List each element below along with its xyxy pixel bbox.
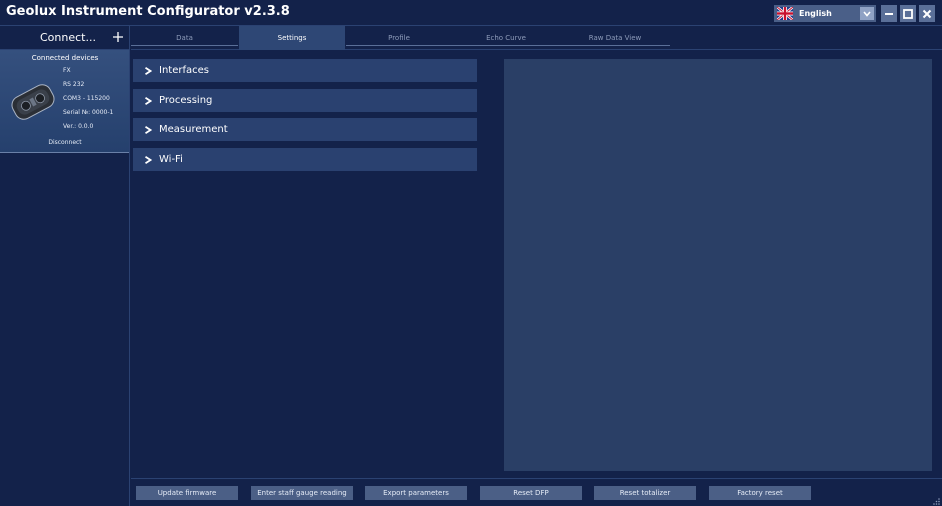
settings-detail-panel <box>504 59 932 471</box>
tab-profile[interactable]: Profile <box>346 26 452 50</box>
export-parameters-button[interactable]: Export parameters <box>365 486 467 500</box>
tab-divider <box>131 45 238 46</box>
section-wi-fi[interactable]: Wi-Fi <box>133 148 477 171</box>
device-port: COM3 - 115200 <box>63 95 110 102</box>
factory-reset-button[interactable]: Factory reset <box>709 486 811 500</box>
chevron-right-icon <box>145 96 152 105</box>
device-image <box>11 84 55 120</box>
device-card[interactable]: Connected devices FX RS 232 COM3 - 11520… <box>0 50 129 153</box>
reset-totalizer-button[interactable]: Reset totalizer <box>594 486 696 500</box>
window-title: Geolux Instrument Configurator v2.3.8 <box>6 4 290 19</box>
reset-dfp-button[interactable]: Reset DFP <box>480 486 582 500</box>
connected-devices-header: Connected devices <box>31 54 99 62</box>
chevron-down-icon[interactable] <box>860 7 874 20</box>
section-label: Measurement <box>159 124 228 135</box>
chevron-right-icon <box>145 66 152 75</box>
tab-bar: Data Settings Profile Echo Curve Raw Dat… <box>131 26 942 50</box>
resize-grip-icon[interactable] <box>932 497 940 505</box>
language-select[interactable]: English <box>774 5 876 22</box>
close-icon[interactable] <box>919 5 935 22</box>
device-interface: RS 232 <box>63 81 85 88</box>
section-label: Interfaces <box>159 65 209 76</box>
plus-icon[interactable] <box>112 31 124 43</box>
section-processing[interactable]: Processing <box>133 89 477 112</box>
uk-flag-icon <box>777 7 793 20</box>
minimize-icon[interactable] <box>881 5 897 22</box>
language-label: English <box>799 9 832 18</box>
action-bar: Update firmware Enter staff gauge readin… <box>131 478 942 506</box>
tab-data[interactable]: Data <box>131 26 238 50</box>
tab-settings[interactable]: Settings <box>239 26 345 50</box>
section-label: Wi-Fi <box>159 154 183 165</box>
section-label: Processing <box>159 95 213 106</box>
tab-echo-curve[interactable]: Echo Curve <box>453 26 559 50</box>
maximize-icon[interactable] <box>900 5 916 22</box>
connect-button[interactable]: Connect... <box>0 26 129 50</box>
chevron-right-icon <box>145 155 152 164</box>
section-interfaces[interactable]: Interfaces <box>133 59 477 82</box>
update-firmware-button[interactable]: Update firmware <box>136 486 238 500</box>
tab-raw-data-view[interactable]: Raw Data View <box>560 26 670 50</box>
section-measurement[interactable]: Measurement <box>133 118 477 141</box>
title-bar: Geolux Instrument Configurator v2.3.8 En… <box>0 0 942 26</box>
device-serial: Serial №: 0000-1 <box>63 109 114 116</box>
device-model: FX <box>63 67 71 74</box>
sidebar: Connect... Connected devices FX RS 232 C… <box>0 26 130 506</box>
connect-label: Connect... <box>40 31 96 44</box>
tab-divider <box>346 45 670 46</box>
device-version: Ver.: 0.0.0 <box>63 123 94 130</box>
enter-staff-gauge-button[interactable]: Enter staff gauge reading <box>251 486 353 500</box>
disconnect-link[interactable]: Disconnect <box>0 139 130 146</box>
chevron-right-icon <box>145 125 152 134</box>
